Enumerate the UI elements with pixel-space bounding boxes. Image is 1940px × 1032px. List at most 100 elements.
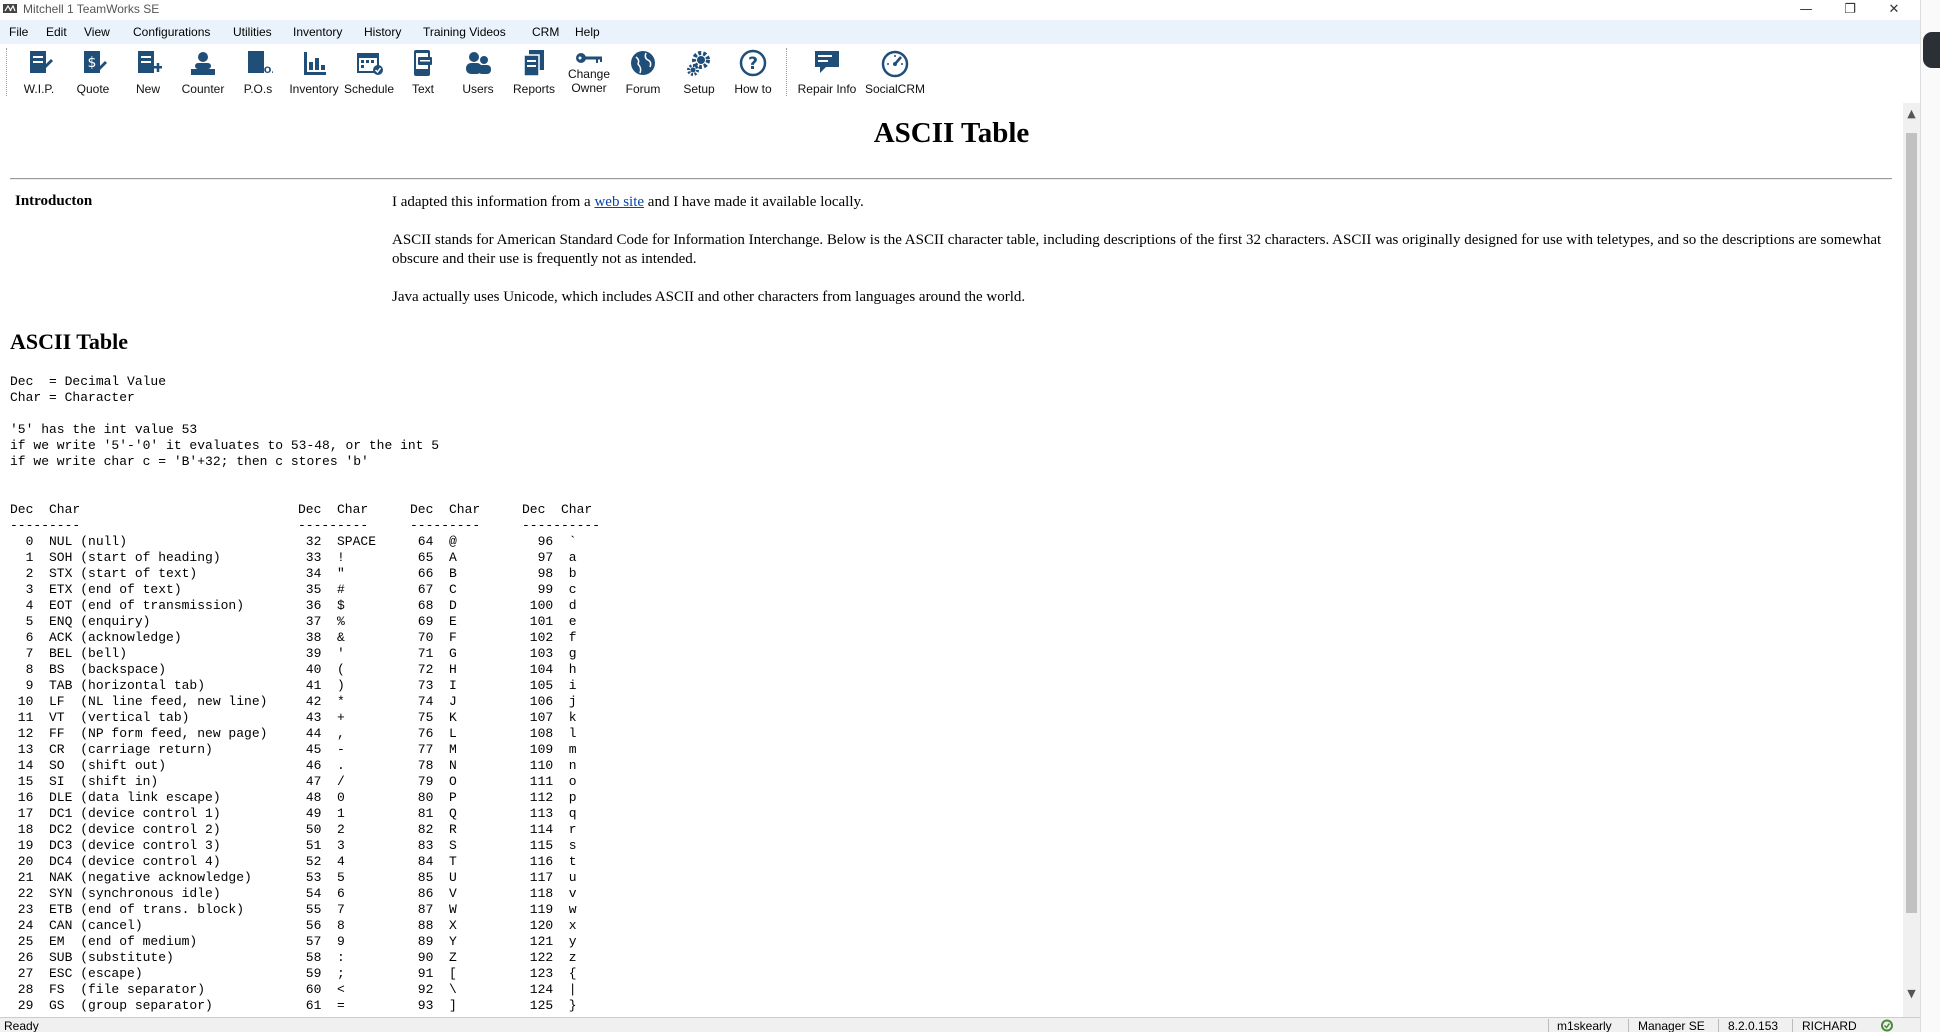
scroll-up-icon[interactable]: ▲ <box>1903 105 1920 122</box>
menu-bar: File Edit View Configurations Utilities … <box>0 20 1920 44</box>
main-toolbar: W.I.P. $ Quote New Counter P.O. P.O.s In… <box>0 44 1920 99</box>
menu-crm[interactable]: CRM <box>532 25 559 39</box>
legend-text: Dec = Decimal Value Char = Character <box>10 374 167 405</box>
web-site-link[interactable]: web site <box>594 194 644 210</box>
toolbar-quote-label: Quote <box>76 82 110 96</box>
restore-button[interactable]: ❐ <box>1828 0 1872 18</box>
status-separator <box>1792 1019 1793 1032</box>
status-name: RICHARD <box>1802 1019 1857 1032</box>
svg-text:?: ? <box>748 54 758 74</box>
ascii-column-control-chars: Dec Char --------- 0 NUL (null) 1 SOH (s… <box>10 502 268 1013</box>
toolbar-socialcrm-button[interactable]: SocialCRM <box>864 46 926 98</box>
window-title: Mitchell 1 TeamWorks SE <box>23 2 160 16</box>
status-separator <box>1628 1019 1629 1032</box>
toolbar-reports-button[interactable]: Reports <box>510 46 558 98</box>
reports-icon <box>523 50 544 77</box>
intro-paragraph-1: I adapted this information from a web si… <box>392 193 1892 212</box>
status-ready: Ready <box>4 1019 39 1032</box>
menu-training-videos[interactable]: Training Videos <box>423 25 506 39</box>
toolbar-repair-info-button[interactable]: Repair Info <box>796 46 858 98</box>
toolbar-schedule-label: Schedule <box>343 82 395 96</box>
svg-text:$: $ <box>88 55 97 71</box>
scroll-down-icon[interactable]: ▼ <box>1903 985 1920 1002</box>
page-title: ASCII Table <box>873 117 1030 149</box>
menu-edit[interactable]: Edit <box>46 25 67 39</box>
app-logo-icon <box>3 4 17 13</box>
gauge-icon <box>881 50 909 78</box>
toolbar-wip-button[interactable]: W.I.P. <box>20 46 58 98</box>
ascii-column-lowercase: Dec Char ---------- 96 ` 97 a 98 b 99 c … <box>522 502 601 1013</box>
toolbar-inventory-label: Inventory <box>289 82 339 96</box>
toolbar-text-button[interactable]: Text <box>406 46 440 98</box>
close-button[interactable]: ✕ <box>1872 0 1916 18</box>
status-separator <box>1718 1019 1719 1032</box>
toolbar-counter-button[interactable]: Counter <box>180 46 226 98</box>
toolbar-quote-button[interactable]: $ Quote <box>74 46 112 98</box>
toolbar-forum-button[interactable]: Forum <box>622 46 664 98</box>
schedule-icon <box>357 53 383 75</box>
toolbar-grip-2 <box>786 48 788 96</box>
toolbar-schedule-button[interactable]: Schedule <box>343 46 395 98</box>
toolbar-pos-label: P.O.s <box>243 82 273 96</box>
wip-icon <box>30 51 53 73</box>
toolbar-change-owner-button[interactable]: Change Owner <box>564 46 614 98</box>
section-title: ASCII Table <box>10 329 129 354</box>
key-icon <box>576 53 602 63</box>
po-icon: P.O. <box>248 51 273 76</box>
toolbar-repair-info-label: Repair Info <box>797 82 857 96</box>
toolbar-setup-label: Setup <box>683 82 715 96</box>
menu-view[interactable]: View <box>84 25 110 39</box>
toolbar-inventory-button[interactable]: Inventory <box>288 46 340 98</box>
menu-history[interactable]: History <box>364 25 401 39</box>
ascii-column-uppercase: Dec Char --------- 64 @ 65 A 66 B 67 C 6… <box>410 502 481 1013</box>
toolbar-change-owner-label: Change Owner <box>567 67 611 95</box>
toolbar-text-label: Text <box>411 82 434 96</box>
ascii-column-symbols-digits: Dec Char --------- 32 SPACE 33 ! 34 " 35… <box>298 502 377 1013</box>
intro-paragraph-2: ASCII stands for American Standard Code … <box>392 232 1882 267</box>
users-icon <box>466 52 491 74</box>
svg-text:P.O.: P.O. <box>255 66 273 76</box>
text-icon <box>414 50 432 76</box>
menu-file[interactable]: File <box>9 25 28 39</box>
intro-paragraph-3: Java actually uses Unicode, which includ… <box>392 289 1026 305</box>
vertical-scrollbar[interactable]: ▲ ▼ <box>1903 103 1920 1017</box>
menu-configurations[interactable]: Configurations <box>133 25 210 39</box>
menu-inventory[interactable]: Inventory <box>293 25 342 39</box>
globe-icon <box>631 51 655 75</box>
toolbar-new-button[interactable]: New <box>130 46 166 98</box>
notes-text: '5' has the int value 53 if we write '5'… <box>10 422 440 469</box>
right-edge-panel <box>1920 0 1940 1032</box>
gear-icon <box>687 51 710 76</box>
toolbar-howto-button[interactable]: ? How to <box>731 46 775 98</box>
toolbar-forum-label: Forum <box>625 82 661 96</box>
toolbar-socialcrm-label: SocialCRM <box>864 82 925 96</box>
menu-help[interactable]: Help <box>575 25 600 39</box>
document-view: ASCII Table Introducton I adapted this i… <box>0 103 1903 1017</box>
toolbar-counter-label: Counter <box>181 82 225 96</box>
side-tab[interactable] <box>1923 32 1940 68</box>
status-bar: Ready m1skearly Manager SE 8.2.0.153 RIC… <box>0 1017 1920 1032</box>
scrollbar-thumb[interactable] <box>1906 133 1917 913</box>
status-user: m1skearly <box>1557 1019 1612 1032</box>
intro-text-after: and I have made it available locally. <box>644 194 864 210</box>
toolbar-new-label: New <box>135 82 160 96</box>
toolbar-pos-button[interactable]: P.O. P.O.s <box>240 46 276 98</box>
status-separator <box>1548 1019 1549 1032</box>
question-icon: ? <box>739 49 767 77</box>
title-bar: Mitchell 1 TeamWorks SE — ❐ ✕ <box>0 0 1940 18</box>
toolbar-setup-button[interactable]: Setup <box>680 46 718 98</box>
toolbar-howto-label: How to <box>734 82 772 96</box>
minimize-button[interactable]: — <box>1784 0 1828 18</box>
counter-icon <box>191 52 215 75</box>
status-product: Manager SE <box>1638 1019 1705 1032</box>
inventory-icon <box>304 52 326 75</box>
toolbar-users-label: Users <box>462 82 494 96</box>
toolbar-reports-label: Reports <box>512 82 556 96</box>
toolbar-grip <box>6 48 8 96</box>
toolbar-users-button[interactable]: Users <box>458 46 498 98</box>
new-icon <box>138 51 162 73</box>
status-tray-icon[interactable] <box>1880 1019 1894 1032</box>
toolbar-wip-label: W.I.P. <box>23 82 55 96</box>
status-version: 8.2.0.153 <box>1728 1019 1779 1032</box>
menu-utilities[interactable]: Utilities <box>233 25 272 39</box>
